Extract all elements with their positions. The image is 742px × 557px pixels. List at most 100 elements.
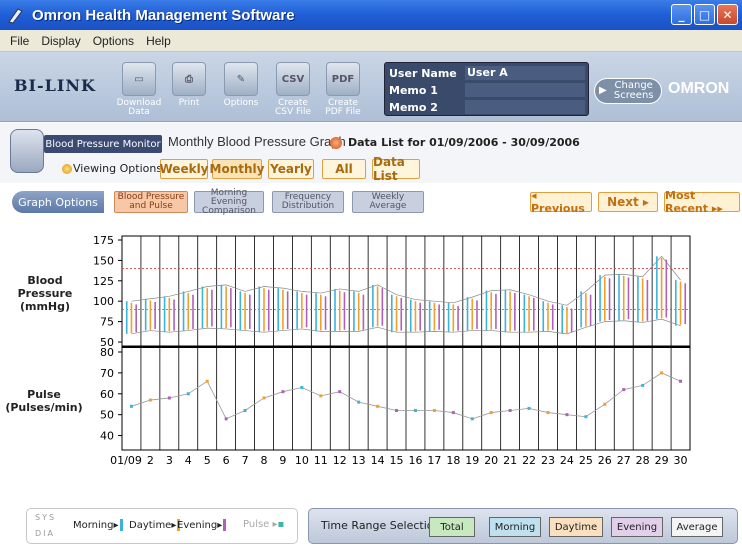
weekly-average-button[interactable]: Weekly Average [352,191,424,213]
total-button[interactable]: Total [429,517,475,537]
graph-options-label: Graph Options [12,191,104,213]
menu-bar: File Display Options Help [0,30,742,52]
x-tick-label: 23 [541,454,555,467]
create-pdf-label: Create PDF File [325,98,361,117]
time-range-label: Time Range Selection [321,519,441,532]
legend-pulse: Pulse ▸▪ [243,519,285,530]
x-tick-label: 15 [390,454,404,467]
evening-button[interactable]: Evening [611,517,663,537]
pulse-point [319,394,323,398]
pulse-point [338,390,342,394]
graph-title: Monthly Blood Pressure Graph [168,134,346,149]
create-pdf-button[interactable]: PDF Create PDF File [320,62,366,117]
pulse-point [376,404,380,408]
user-name-label: User Name [389,66,457,80]
x-tick-label: 26 [598,454,612,467]
print-button[interactable]: ⎙ Print [166,62,212,108]
x-tick-label: 4 [185,454,192,467]
x-tick-label: 29 [655,454,669,467]
toolbar: BI-LINK ▭ Download Data ⎙ Print ✎ Option… [0,52,742,122]
user-name-value: User A [465,66,585,80]
daytime-button[interactable]: Daytime [549,517,603,537]
pulse-tick-label: 80 [100,346,114,359]
create-csv-button[interactable]: CSV Create CSV File [270,62,316,117]
x-tick-label: 25 [579,454,593,467]
pulse-point [546,411,550,415]
print-label: Print [178,98,200,108]
menu-file[interactable]: File [10,34,29,48]
x-tick-label: 01/09 [110,454,142,467]
bp-monitor-tab[interactable]: Blood Pressure Monitor [44,135,162,153]
x-tick-label: 17 [427,454,441,467]
data-list-button[interactable]: Data List [372,155,420,183]
x-tick-label: 9 [279,454,286,467]
monthly-button[interactable]: Monthly [210,159,264,179]
memo2-value [465,100,585,114]
pulse-point [641,383,645,387]
bp-and-pulse-button[interactable]: Blood Pressure and Pulse [114,191,188,213]
memo1-label: Memo 1 [389,83,438,97]
all-button[interactable]: All [322,159,366,179]
x-tick-label: 19 [465,454,479,467]
pulse-point [660,371,664,375]
pulse-point [262,396,266,400]
pulse-tick-label: 40 [100,430,114,443]
pulse-point [603,402,607,406]
pulse-point [527,406,531,410]
pulse-point [186,392,190,396]
pulse-point [470,417,474,421]
most-recent-button[interactable]: Most Recent ▸▸ [664,189,740,215]
pulse-point [224,417,228,421]
pulse-point [129,404,133,408]
x-tick-label: 7 [242,454,249,467]
change-screens-button[interactable]: ▶ Change Screens [594,78,662,104]
change-screens-label: Change Screens [613,80,654,101]
x-tick-label: 11 [314,454,328,467]
memo2-label: Memo 2 [389,100,438,114]
next-button[interactable]: Next ▸ [598,192,658,212]
x-tick-label: 28 [636,454,650,467]
app-icon [8,8,23,24]
pdf-icon: PDF [326,62,360,96]
window-title: Omron Health Management Software [32,6,295,24]
pulse-point [508,408,512,412]
pulse-point [205,379,209,383]
data-list-range: Data List for 01/09/2006 - 30/09/2006 [348,136,580,149]
x-tick-label: 30 [674,454,688,467]
legend-morning-label: Morning [73,520,114,531]
download-data-label: Download Data [116,98,162,117]
average-button[interactable]: Average [671,517,723,537]
menu-help[interactable]: Help [146,34,171,48]
x-tick-label: 20 [484,454,498,467]
pulse-point [451,411,455,415]
x-tick-label: 16 [408,454,422,467]
download-data-button[interactable]: ▭ Download Data [116,62,162,117]
menu-display[interactable]: Display [41,34,80,48]
bp-tick-label: 175 [93,234,114,247]
minimize-button[interactable]: _ [671,4,692,25]
options-button[interactable]: ✎ Options [218,62,264,108]
weekly-button[interactable]: Weekly [160,159,209,179]
x-tick-label: 3 [166,454,173,467]
maximize-button[interactable]: □ [694,4,715,25]
pulse-point [281,390,285,394]
download-icon: ▭ [122,62,156,96]
x-tick-label: 13 [352,454,366,467]
menu-options[interactable]: Options [93,34,134,48]
pulse-point [357,400,361,404]
yearly-button[interactable]: Yearly [268,159,314,179]
frequency-distribution-button[interactable]: Frequency Distribution [272,191,344,213]
morning-button[interactable]: Morning [489,517,541,537]
morning-evening-button[interactable]: Morning Evening Comparison [194,188,264,215]
previous-button[interactable]: ◂ Previous [530,189,592,215]
x-tick-label: 2 [147,454,154,467]
pulse-point [622,388,626,392]
legend-evening-label: Evening [177,520,218,531]
pulse-point [395,408,399,412]
csv-icon: CSV [276,62,310,96]
x-tick-label: 21 [503,454,517,467]
play-icon: ▶ [599,85,607,96]
x-tick-label: 18 [446,454,460,467]
x-tick-label: 10 [295,454,309,467]
close-button[interactable]: ✕ [717,4,738,25]
